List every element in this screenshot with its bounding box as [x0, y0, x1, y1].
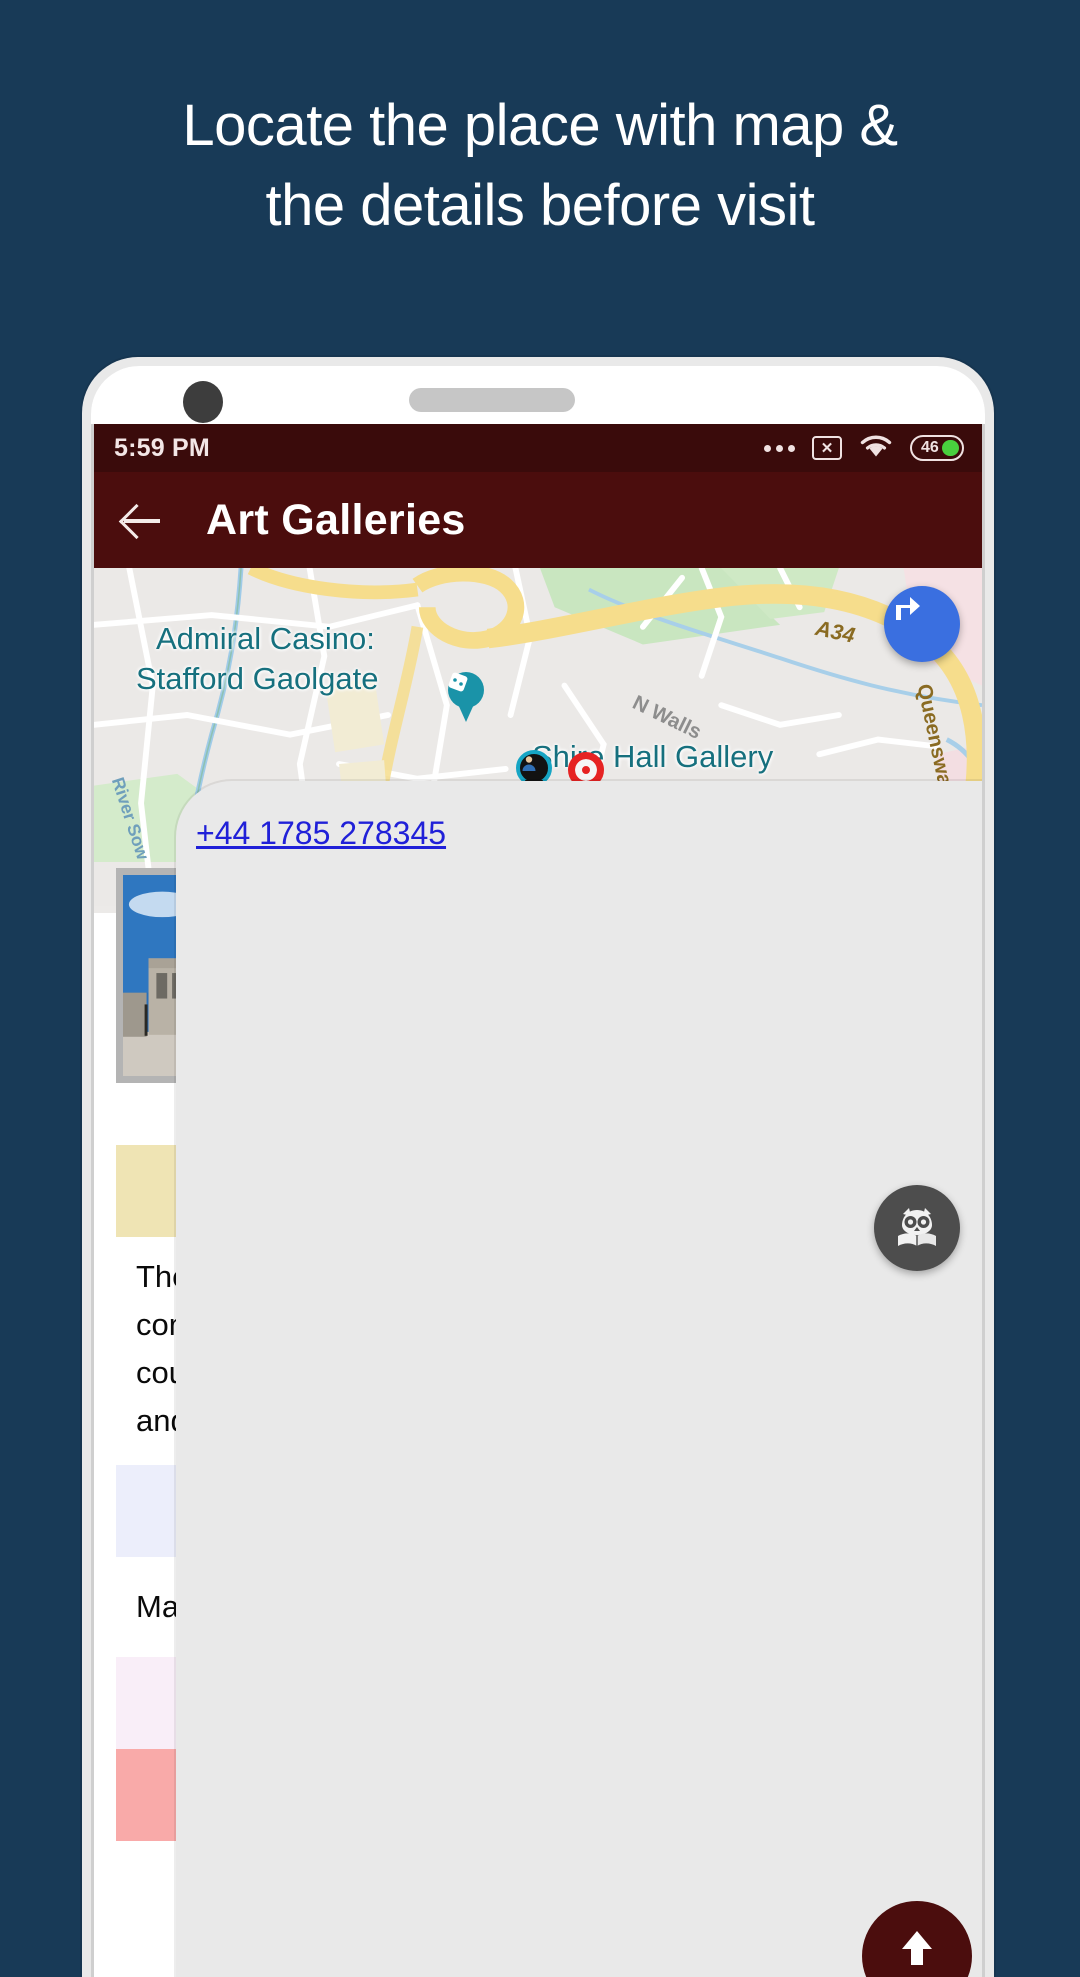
front-camera-icon	[183, 381, 223, 423]
more-horizontal-icon	[764, 444, 795, 452]
status-bar-clock: 5:59 PM	[114, 433, 210, 462]
status-bar: 5:59 PM ✕ 46	[94, 424, 982, 472]
owl-book-icon	[898, 1208, 936, 1246]
sim-card-off-icon: ✕	[812, 436, 842, 460]
map-label-stafford-gaolgate: Stafford Gaolgate	[136, 661, 379, 696]
phone-bezel-top	[91, 366, 985, 424]
promo-headline: Locate the place with map & the details …	[0, 86, 1080, 246]
arrow-left-icon[interactable]	[122, 499, 164, 541]
phone-number-link[interactable]: +44 1785 278345	[196, 815, 446, 851]
battery-icon: 46	[910, 435, 964, 461]
phone-screen-body: 5:59 PM ✕ 46 Art Galleries A34 Queensway…	[91, 366, 985, 1977]
dice-icon	[448, 672, 468, 692]
status-bar-icons: ✕ 46	[764, 433, 964, 464]
phone-mockup: 5:59 PM ✕ 46 Art Galleries A34 Queensway…	[82, 357, 994, 1977]
map-label-admiral-casino: Admiral Casino:	[156, 621, 375, 656]
promo-line-2: the details before visit	[265, 173, 815, 238]
app-screen: 5:59 PM ✕ 46 Art Galleries A34 Queensway…	[94, 424, 982, 1977]
section-body-phone: +44 1785 278345	[176, 781, 982, 1977]
battery-level-label: 46	[921, 439, 939, 456]
read-more-fab[interactable]	[874, 1185, 960, 1271]
wifi-icon	[859, 433, 893, 464]
turn-right-icon	[896, 597, 920, 620]
app-bar: Art Galleries	[94, 472, 982, 568]
page-title: Art Galleries	[206, 495, 466, 544]
earpiece-speaker	[409, 388, 575, 412]
directions-fab[interactable]	[884, 586, 960, 662]
detail-sections: Description The Shire Hall is a public b…	[94, 781, 982, 1977]
person-icon	[522, 756, 536, 771]
promo-line-1: Locate the place with map &	[182, 93, 898, 158]
arrow-up-icon	[902, 1931, 932, 1965]
